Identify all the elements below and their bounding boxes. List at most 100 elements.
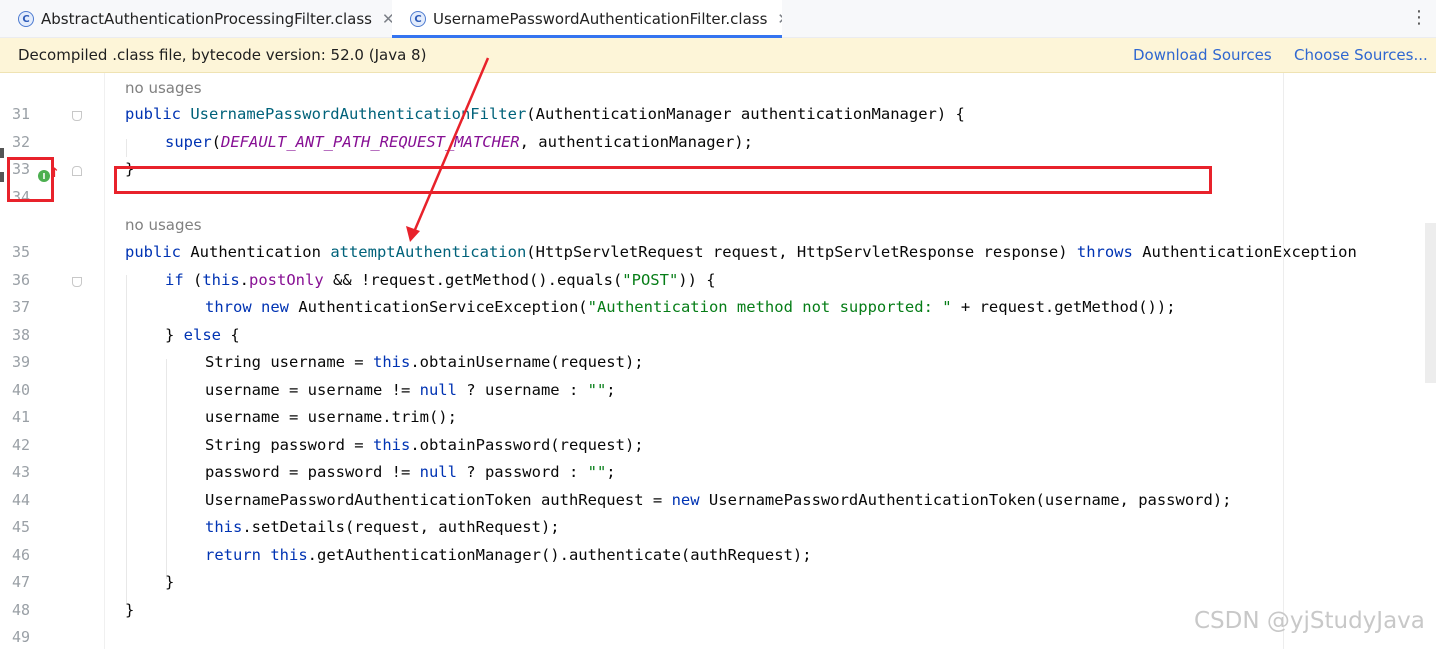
fold-marker-icon[interactable] [72, 277, 82, 287]
keyword: throws [1076, 243, 1133, 261]
code-text: AuthenticationException [1132, 243, 1357, 261]
choose-sources-link[interactable]: Choose Sources... [1294, 46, 1428, 64]
line-number: 43 [11, 463, 30, 481]
line-number: 44 [11, 491, 30, 509]
keyword: public [125, 105, 191, 123]
code-text: String username = [205, 353, 373, 371]
code-text: String password = [205, 436, 373, 454]
line-number: 36 [11, 271, 30, 289]
close-icon[interactable]: ✕ [382, 10, 392, 28]
tab-label: AbstractAuthenticationProcessingFilter.c… [41, 10, 372, 28]
keyword: null [419, 381, 457, 399]
method-name: UsernamePasswordAuthenticationFilter [190, 105, 527, 123]
keyword: if [165, 271, 193, 289]
left-edge-mark [0, 172, 4, 182]
usage-hint[interactable]: no usages [125, 79, 202, 97]
string: "POST" [622, 271, 679, 289]
code-text: ? username : [456, 381, 588, 399]
editor-tab-bar: C AbstractAuthenticationProcessingFilter… [0, 0, 1436, 38]
code-text: . [239, 271, 250, 289]
code-text: ? password : [456, 463, 588, 481]
code-line-35: public Authentication attemptAuthenticat… [125, 243, 1357, 261]
code-text: , authenticationManager); [519, 133, 753, 151]
code-text: ( [193, 271, 203, 289]
banner-text: Decompiled .class file, bytecode version… [18, 46, 427, 64]
code-line-42: String password = this.obtainPassword(re… [205, 436, 644, 454]
usage-hint[interactable]: no usages [125, 216, 202, 234]
code-text: .obtainUsername(request); [410, 353, 644, 371]
code-text: } [165, 326, 184, 344]
code-text: + request.getMethod()); [951, 298, 1176, 316]
fold-marker-icon[interactable] [72, 166, 82, 176]
code-text: password = password != [205, 463, 420, 481]
code-line-32: super(DEFAULT_ANT_PATH_REQUEST_MATCHER, … [165, 133, 753, 151]
code-text: } [125, 601, 135, 619]
line-number: 42 [11, 436, 30, 454]
line-number: 41 [11, 408, 30, 426]
code-line-40: username = username != null ? username :… [205, 381, 616, 399]
code-line-36: if (this.postOnly && !request.getMethod(… [165, 271, 716, 289]
class-file-icon: C [18, 11, 34, 27]
code-line-46: return this.getAuthenticationManager().a… [205, 546, 812, 564]
line-number: 37 [11, 298, 30, 316]
right-margin-guide [1283, 73, 1284, 649]
indent-guide [126, 275, 127, 605]
line-number: 35 [11, 243, 30, 261]
indent-guide [126, 139, 127, 157]
vertical-scrollbar-thumb[interactable] [1425, 223, 1436, 383]
left-edge-mark [0, 148, 4, 158]
code-line-39: String username = this.obtainUsername(re… [205, 353, 644, 371]
watermark: CSDN @yjStudyJava [1194, 608, 1425, 634]
line-number: 48 [11, 601, 30, 619]
code-text: username = username != [205, 381, 420, 399]
code-text: Authentication [190, 243, 331, 261]
close-icon[interactable]: ✕ [777, 10, 782, 28]
code-text: ( [211, 133, 222, 151]
tab-username-password-authentication-filter[interactable]: C UsernamePasswordAuthenticationFilter.c… [392, 0, 782, 38]
line-number: 47 [11, 573, 30, 591]
keyword: public [125, 243, 191, 261]
keyword: this [205, 518, 243, 536]
line-number: 45 [11, 518, 30, 536]
keyword: throw new [205, 298, 299, 316]
keyword: new [671, 491, 700, 509]
line-number: 31 [11, 105, 30, 123]
code-line-38: } else { [165, 326, 240, 344]
annotation-method-signature-box [114, 166, 1212, 194]
constant: DEFAULT_ANT_PATH_REQUEST_MATCHER [221, 133, 520, 151]
keyword: else [183, 326, 221, 344]
field: postOnly [249, 271, 324, 289]
keyword: this [372, 436, 411, 454]
code-editor[interactable]: 31 32 33 34 35 36 37 38 39 40 41 42 43 4… [0, 73, 1436, 649]
keyword: super [165, 133, 212, 151]
code-text: .obtainPassword(request); [410, 436, 644, 454]
line-number: 46 [11, 546, 30, 564]
code-line-47: } [165, 573, 174, 591]
code-text: ; [606, 463, 616, 481]
code-text: ; [606, 381, 616, 399]
keyword: null [419, 463, 457, 481]
code-text: UsernamePasswordAuthenticationToken(user… [699, 491, 1232, 509]
code-text: { [221, 326, 240, 344]
decompiled-info-banner: Decompiled .class file, bytecode version… [0, 38, 1436, 73]
keyword: return [205, 546, 271, 564]
gutter-separator [104, 73, 105, 649]
code-line-45: this.setDetails(request, authRequest); [205, 518, 560, 536]
annotation-gutter-highlight-box [7, 157, 54, 202]
tab-label: UsernamePasswordAuthenticationFilter.cla… [433, 10, 768, 28]
tab-abstract-authentication-processing-filter[interactable]: C AbstractAuthenticationProcessingFilter… [0, 0, 392, 38]
code-text: && !request.getMethod().equals( [323, 271, 623, 289]
code-line-37: throw new AuthenticationServiceException… [205, 298, 1176, 316]
code-text: (HttpServletRequest request, HttpServlet… [526, 243, 1077, 261]
code-line-48: } [125, 601, 134, 619]
fold-marker-icon[interactable] [72, 111, 82, 121]
line-number: 40 [11, 381, 30, 399]
download-sources-link[interactable]: Download Sources [1133, 46, 1272, 64]
code-text: (AuthenticationManager authenticationMan… [526, 105, 965, 123]
string: "" [587, 463, 607, 481]
line-number: 49 [11, 628, 30, 646]
code-line-43: password = password != null ? password :… [205, 463, 616, 481]
more-tabs-icon[interactable]: ⋮ [1410, 9, 1428, 27]
code-line-44: UsernamePasswordAuthenticationToken auth… [205, 491, 1232, 509]
line-number: 32 [11, 133, 30, 151]
